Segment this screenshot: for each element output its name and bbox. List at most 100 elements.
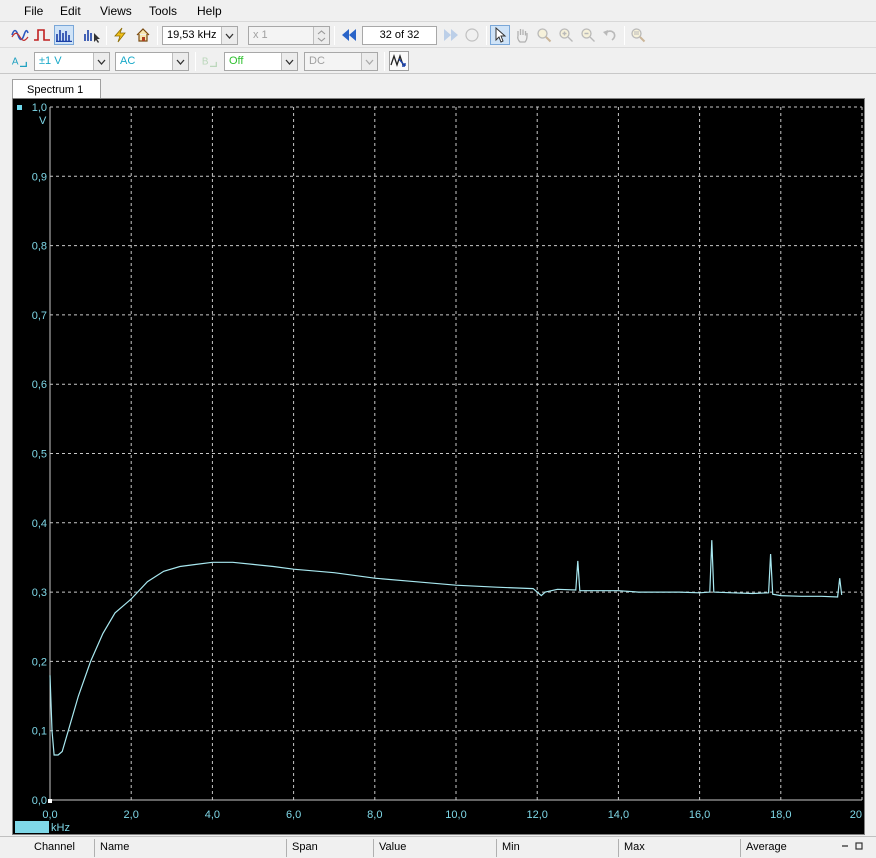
spectrum-bars-icon bbox=[56, 30, 72, 42]
toolbar-separator bbox=[106, 26, 107, 45]
column-separator bbox=[740, 839, 741, 857]
y-tick-label: 0,4 bbox=[32, 518, 47, 530]
x-axis-unit-badge[interactable] bbox=[15, 821, 49, 833]
buffer-navigator-button[interactable] bbox=[462, 25, 482, 45]
view-tab-strip: Spectrum 1 bbox=[0, 75, 876, 100]
chevron-down-icon[interactable] bbox=[93, 53, 109, 70]
zoom-in-icon bbox=[559, 28, 573, 42]
signal-generator-icon bbox=[390, 53, 406, 68]
column-name[interactable]: Name bbox=[100, 841, 129, 853]
zoom-multiplier-value: x 1 bbox=[253, 29, 268, 41]
column-min[interactable]: Min bbox=[502, 841, 520, 853]
y-tick-label: 0,5 bbox=[32, 449, 47, 461]
y-tick-label: 0,2 bbox=[32, 656, 47, 668]
auto-setup-button[interactable] bbox=[110, 25, 130, 45]
x-tick-label: 14,0 bbox=[608, 809, 629, 821]
channel-a-icon: A bbox=[12, 57, 27, 68]
zoom-in-button[interactable] bbox=[556, 25, 576, 45]
channel-a-coupling-select[interactable]: AC bbox=[115, 52, 189, 71]
tab-spectrum-1-label: Spectrum 1 bbox=[27, 84, 84, 96]
channel-a-options-button[interactable]: A bbox=[10, 51, 30, 71]
channel-b-range-select[interactable]: Off bbox=[224, 52, 298, 71]
channel-b-icon: B bbox=[202, 57, 217, 68]
channel-b-coupling-value: DC bbox=[309, 55, 325, 67]
chevron-down-icon[interactable] bbox=[281, 53, 297, 70]
minimize-panel-button[interactable] bbox=[838, 838, 852, 854]
zoom-out-icon bbox=[581, 28, 595, 42]
channel-a-range-value: ±1 V bbox=[39, 55, 62, 67]
undo-arrow-icon bbox=[603, 30, 616, 41]
channel-b-letter: B bbox=[202, 57, 209, 68]
column-channel[interactable]: Channel bbox=[34, 841, 75, 853]
column-max[interactable]: Max bbox=[624, 841, 645, 853]
menu-edit[interactable]: Edit bbox=[60, 4, 81, 18]
spectrum-cursor-icon bbox=[84, 30, 100, 43]
chevron-down-icon[interactable] bbox=[172, 53, 188, 70]
channel-a-coupling-value: AC bbox=[120, 55, 136, 67]
column-value[interactable]: Value bbox=[379, 841, 406, 853]
chevron-down-icon[interactable] bbox=[361, 53, 377, 70]
channel-b-range-value: Off bbox=[229, 55, 244, 67]
y-tick-label: 0,8 bbox=[32, 241, 47, 253]
undo-zoom-button[interactable] bbox=[600, 25, 620, 45]
compass-icon bbox=[465, 28, 479, 42]
signal-generator-button[interactable] bbox=[389, 51, 409, 71]
x-axis-ticks: 0,0 2,0 4,0 6,0 8,0 10,0 12,0 14,0 16,0 18,0 20 bbox=[42, 809, 862, 821]
x-tick-label: 4,0 bbox=[205, 809, 220, 821]
spectrum-trace bbox=[49, 540, 843, 756]
select-tool-button[interactable] bbox=[490, 25, 510, 45]
buffer-position-field[interactable]: 32 of 32 bbox=[362, 26, 437, 45]
default-setup-button[interactable] bbox=[133, 25, 153, 45]
spinner-arrows-icon[interactable] bbox=[313, 27, 329, 44]
hand-tool-button[interactable] bbox=[512, 25, 532, 45]
tab-spectrum-1[interactable]: Spectrum 1 bbox=[12, 79, 101, 100]
y-axis-ticks: 0,0 0,1 0,2 0,3 0,4 0,5 0,6 0,7 0,8 0,9 1,0 bbox=[32, 102, 47, 807]
trace-group bbox=[48, 540, 843, 803]
buffer-position-value: 32 of 32 bbox=[379, 29, 420, 41]
menu-file[interactable]: File bbox=[24, 4, 43, 18]
next-buffer-button[interactable] bbox=[441, 25, 461, 45]
home-icon bbox=[136, 28, 150, 42]
menu-views[interactable]: Views bbox=[100, 4, 132, 18]
y-tick-label: 0,9 bbox=[32, 171, 47, 183]
square-pulse-icon bbox=[34, 29, 50, 41]
spectrum-view[interactable]: 0,0 0,1 0,2 0,3 0,4 0,5 0,6 0,7 0,8 0,9 1,0 0,0 2,0… bbox=[12, 98, 865, 835]
restore-panel-button[interactable] bbox=[852, 838, 866, 854]
add-view-button[interactable] bbox=[82, 25, 102, 45]
plot-grid bbox=[49, 106, 863, 801]
double-chevron-right-icon bbox=[444, 29, 458, 41]
scope-mode-button[interactable] bbox=[10, 25, 30, 45]
column-separator bbox=[618, 839, 619, 857]
zoom-overview-button[interactable] bbox=[628, 25, 648, 45]
channel-a-marker bbox=[17, 105, 22, 110]
zoom-overview-icon bbox=[631, 28, 646, 43]
y-tick-label: 0,7 bbox=[32, 310, 47, 322]
column-span[interactable]: Span bbox=[292, 841, 318, 853]
persistence-mode-button[interactable] bbox=[32, 25, 52, 45]
spectrum-chart[interactable]: 0,0 0,1 0,2 0,3 0,4 0,5 0,6 0,7 0,8 0,9 1,0 0,0 2,0… bbox=[13, 99, 864, 834]
channel-a-range-select[interactable]: ±1 V bbox=[34, 52, 110, 71]
x-tick-label: 2,0 bbox=[124, 809, 139, 821]
zoom-out-button[interactable] bbox=[578, 25, 598, 45]
column-average[interactable]: Average bbox=[746, 841, 787, 853]
toolbar-separator bbox=[624, 26, 625, 45]
spectrum-mode-button[interactable] bbox=[54, 25, 74, 45]
column-separator bbox=[373, 839, 374, 857]
column-separator bbox=[496, 839, 497, 857]
measurements-bar: Channel Name Span Value Min Max Average bbox=[0, 836, 876, 858]
menu-help[interactable]: Help bbox=[197, 4, 222, 18]
menu-tools[interactable]: Tools bbox=[149, 4, 177, 18]
channel-b-options-button[interactable]: B bbox=[200, 51, 220, 71]
x-tick-label: 16,0 bbox=[689, 809, 710, 821]
previous-buffer-button[interactable] bbox=[339, 25, 359, 45]
zoom-tool-button[interactable] bbox=[534, 25, 554, 45]
toolbar-separator bbox=[157, 26, 158, 45]
chevron-down-icon[interactable] bbox=[221, 27, 237, 44]
hand-icon bbox=[517, 29, 528, 43]
magnifier-icon bbox=[537, 28, 552, 43]
zoom-multiplier-spinner[interactable]: x 1 bbox=[248, 26, 330, 45]
channel-b-coupling-select[interactable]: DC bbox=[304, 52, 378, 71]
timebase-value: 19,53 kHz bbox=[167, 29, 217, 41]
minus-icon bbox=[842, 845, 848, 847]
timebase-select[interactable]: 19,53 kHz bbox=[162, 26, 238, 45]
